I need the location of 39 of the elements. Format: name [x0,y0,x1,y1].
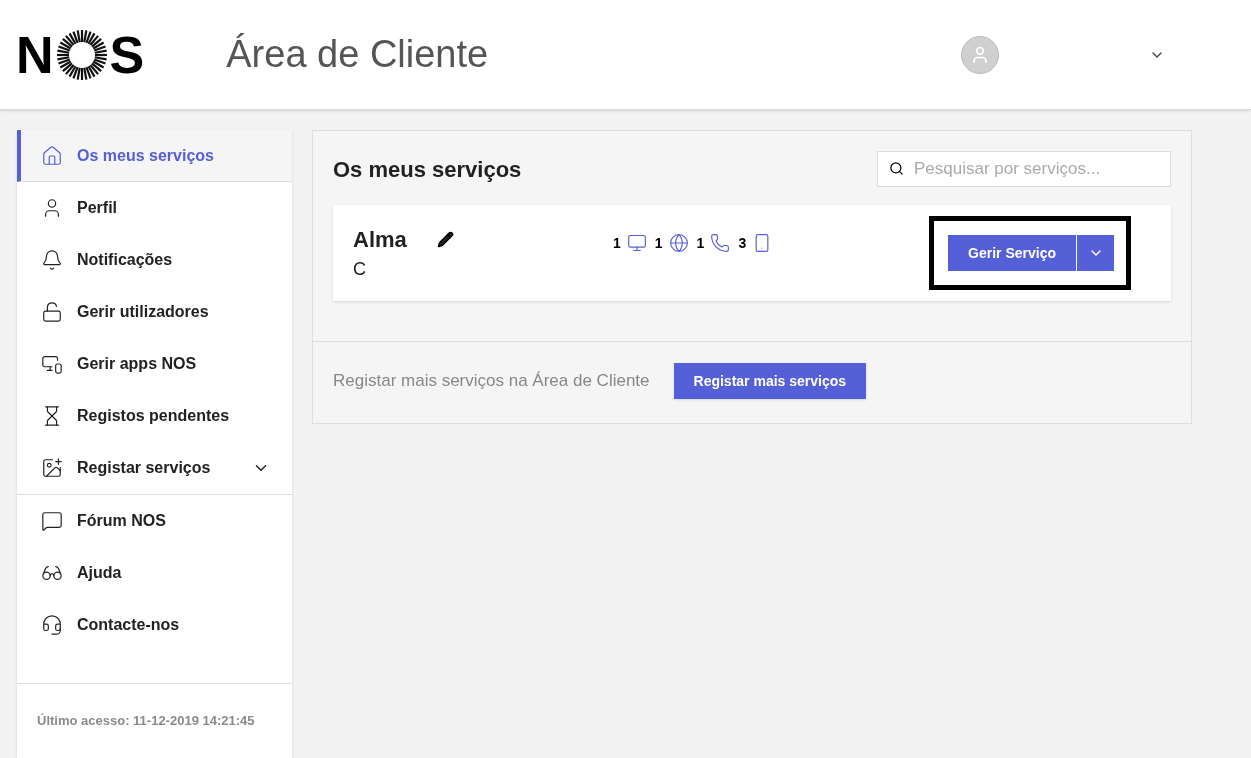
bell-icon [41,249,63,271]
landline-phone-icon [710,233,731,253]
search-field[interactable]: Pesquisar por serviços... [877,151,1171,187]
service-count: 3 [738,233,747,253]
sidebar-item[interactable]: Contacte-nos [17,599,292,651]
sidebar-item[interactable]: Perfil [17,182,292,234]
add-frame-icon [41,457,63,479]
sidebar-item[interactable]: Gerir utilizadores [17,286,292,338]
devices-icon [41,353,63,375]
page-title: Área de Cliente [226,32,489,77]
logo-letter: N [16,28,54,81]
headset-icon [41,614,63,636]
service-count: 1 [613,233,621,253]
sidebar-item[interactable]: Ajuda [17,547,292,599]
unlocked-padlock-icon [41,301,63,323]
search-icon [889,161,904,176]
section-title: Os meus serviços [333,155,522,184]
sidebar-item[interactable]: Registar serviços [17,442,292,494]
service-count: 1 [696,233,705,253]
service-count: 1 [654,233,663,253]
globe-icon [668,233,689,253]
sidebar-item[interactable]: Notificações [17,234,292,286]
tv-icon [626,233,647,253]
home-icon [41,144,63,167]
manage-service-button[interactable]: Gerir Serviço [948,235,1076,271]
sidebar-item[interactable]: Registos pendentes [17,390,292,442]
service-subtitle: C [353,258,367,281]
last-access-text: Último acesso: 11-12-2019 14:21:45 [37,712,255,731]
logo-letter: S [109,28,145,81]
sidebar-item[interactable]: Os meus serviços [17,130,292,182]
service-name: Alma [353,226,407,254]
chat-icon [41,510,63,532]
dropdown-button[interactable] [1076,235,1114,271]
register-text: Registar mais serviços na Área de Cliente [333,370,650,393]
sidebar-item[interactable]: Gerir apps NOS [17,338,292,390]
register-button[interactable]: Registar mais serviços [673,363,867,399]
sidebar-item[interactable]: Fórum NOS [17,495,292,547]
sunburst-logo-icon [55,28,108,81]
pencil-icon[interactable] [436,231,454,248]
